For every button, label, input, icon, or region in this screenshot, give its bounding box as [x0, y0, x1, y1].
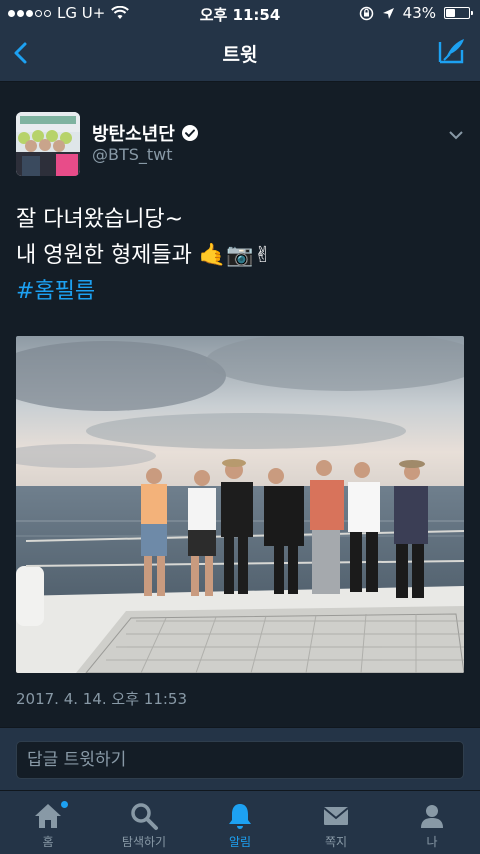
author-avatar[interactable]	[16, 112, 80, 176]
tweet-line-2-text: 내 영원한 형제들과	[16, 243, 192, 268]
author-name[interactable]: 방탄소년단	[92, 120, 199, 146]
tweet-options-button[interactable]	[448, 126, 464, 140]
orientation-lock-icon	[359, 6, 373, 20]
tab-me[interactable]: 나	[384, 791, 480, 854]
tab-notifications-label: 알림	[228, 835, 252, 849]
battery-percent: 43%	[402, 4, 436, 22]
tab-messages[interactable]: 쪽지	[288, 791, 384, 854]
tweet-timestamp: 2017. 4. 14. 오후 11:53	[16, 690, 188, 708]
group-photo-on-boat	[16, 336, 464, 673]
author-name-text: 방탄소년단	[92, 124, 175, 145]
status-bar: LG U+ 오후 11:54 43%	[0, 0, 480, 26]
tab-me-label: 나	[426, 835, 438, 849]
tweet-text: 잘 다녀왔습니당~ 내 영원한 형제들과 🤙📷✌ #홈필름	[16, 202, 464, 310]
tab-explore[interactable]: 탐색하기	[96, 791, 192, 854]
tab-bar: 홈 탐색하기 알림 쪽지 나	[0, 790, 480, 854]
tab-notifications[interactable]: 알림	[192, 791, 288, 854]
reply-bar	[0, 727, 480, 790]
compose-button[interactable]	[436, 36, 468, 68]
home-notification-dot	[60, 800, 69, 809]
nav-bar: 트윗	[0, 26, 480, 82]
tweet-photo[interactable]	[16, 336, 464, 673]
chevron-down-icon	[449, 131, 463, 140]
hashtag-link[interactable]: #홈필름	[16, 274, 464, 310]
tweet-line-2: 내 영원한 형제들과 🤙📷✌	[16, 238, 464, 274]
search-icon	[131, 803, 158, 830]
battery-fill	[446, 9, 456, 17]
envelope-icon	[323, 807, 349, 825]
tweet-detail: 방탄소년단 @BTS_twt 잘 다녀왔습니당~ 내 영원한 형제들과 🤙📷✌ …	[0, 82, 480, 727]
location-icon	[382, 7, 394, 19]
home-icon	[35, 804, 61, 828]
tab-home-label: 홈	[42, 835, 54, 849]
tweet-line-1: 잘 다녀왔습니당~	[16, 207, 184, 232]
avatar-photo	[16, 112, 80, 176]
page-title: 트윗	[222, 44, 258, 66]
tab-home[interactable]: 홈	[0, 791, 96, 854]
author-handle: @BTS_twt	[92, 145, 173, 164]
person-icon	[421, 805, 443, 828]
verified-badge-icon	[181, 125, 198, 141]
tab-messages-label: 쪽지	[324, 835, 348, 849]
battery-icon	[444, 7, 473, 19]
tweet-emoji: 🤙📷✌	[198, 243, 273, 268]
reply-input[interactable]	[16, 741, 464, 779]
compose-icon	[438, 39, 464, 64]
status-right: 43%	[359, 4, 473, 22]
tab-explore-label: 탐색하기	[121, 835, 167, 849]
bell-icon	[229, 804, 251, 829]
